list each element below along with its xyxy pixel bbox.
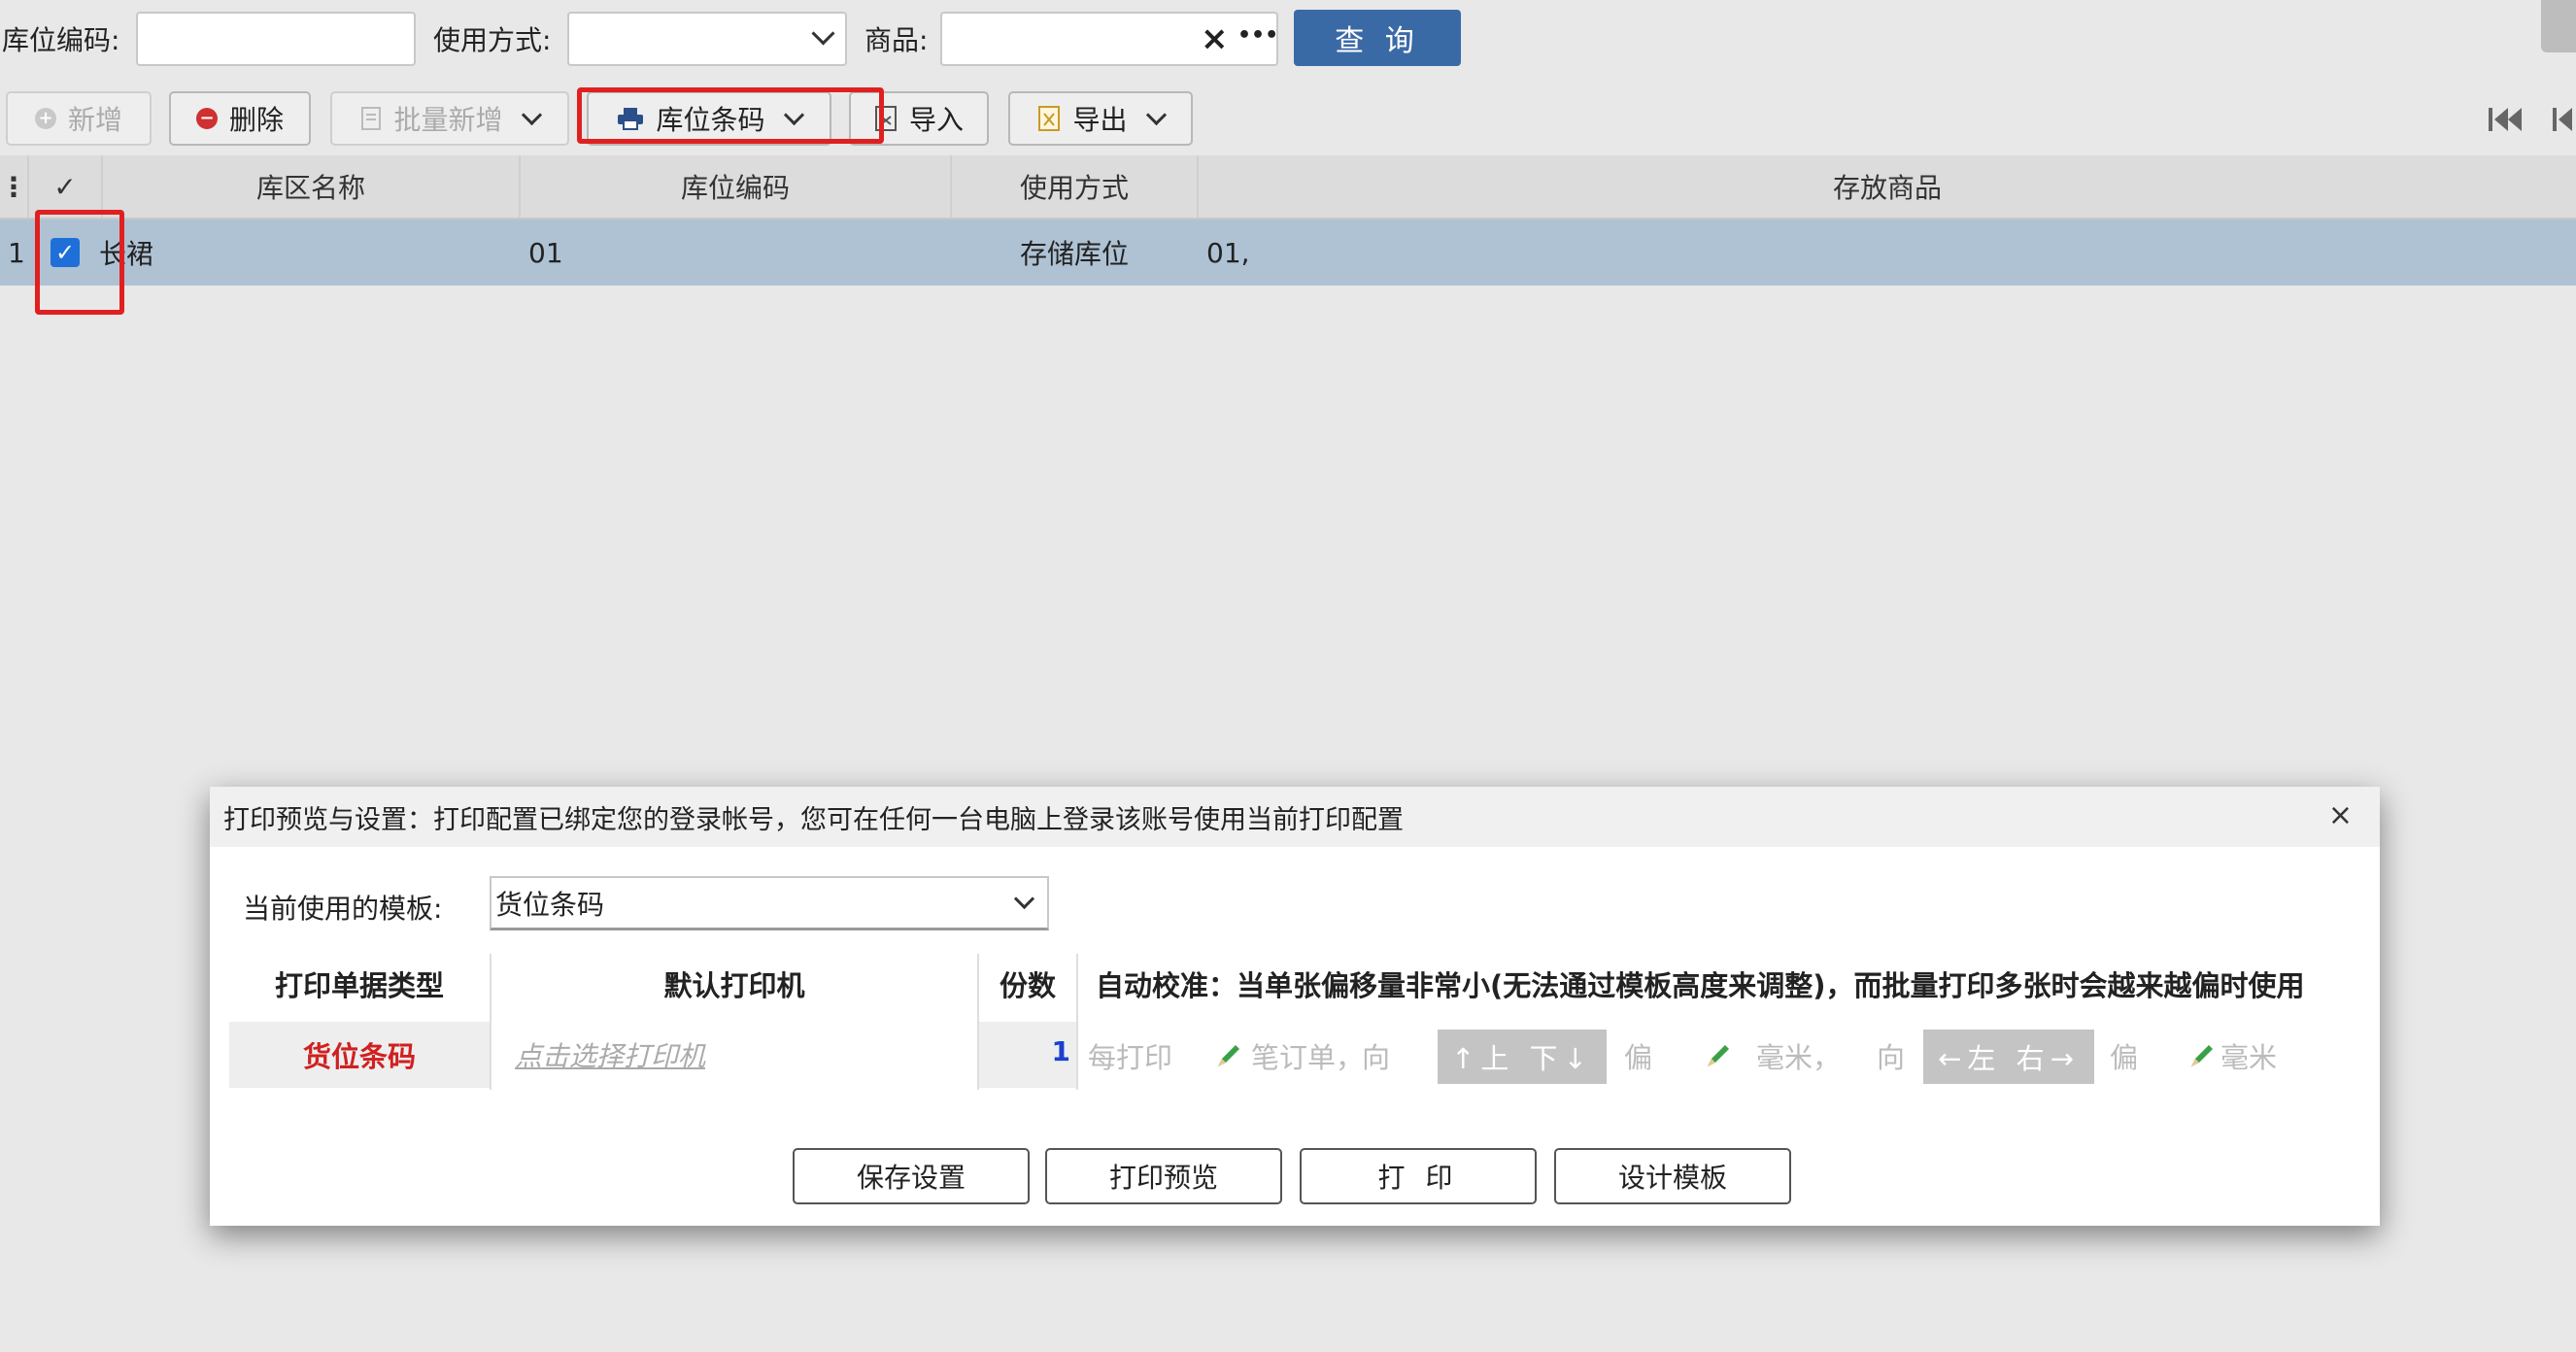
query-button[interactable]: 查 询 xyxy=(1294,10,1461,66)
column-menu-icon[interactable]: ⋮ xyxy=(0,155,29,218)
dialog-title-bar: 打印预览与设置：打印配置已绑定您的登录帐号，您可在任何一台电脑上登录该账号使用当… xyxy=(210,787,2380,847)
scroll-corner xyxy=(2541,0,2576,52)
batch-add-label: 批量新增 xyxy=(393,104,503,136)
chevron-down-icon[interactable] xyxy=(1145,104,1167,125)
plus-icon: + xyxy=(34,108,56,129)
delete-label: 删除 xyxy=(228,104,284,136)
cal-direction-label: 向 xyxy=(1877,1041,1906,1074)
cal-mm-label: 毫米， xyxy=(1756,1041,1842,1074)
table-row[interactable]: 1 ✓ 长裙 01 存储库位 01, xyxy=(0,220,2576,286)
save-settings-button[interactable]: 保存设置 xyxy=(793,1148,1030,1204)
cal-offset-label: 偏 xyxy=(2110,1041,2139,1074)
first-page-icon[interactable] xyxy=(2487,105,2525,134)
header-usage[interactable]: 使用方式 xyxy=(952,155,1199,218)
left-right-toggle[interactable]: ←左 右→ xyxy=(1923,1030,2094,1084)
barcode-highlight-box xyxy=(577,87,884,144)
location-code-label: 库位编码: xyxy=(2,24,120,56)
print-button[interactable]: 打 印 xyxy=(1300,1148,1537,1204)
chevron-down-icon xyxy=(811,21,835,46)
copies-input[interactable]: 1 xyxy=(979,1022,1076,1088)
pencil-icon[interactable] xyxy=(1214,1041,1243,1070)
add-label: 新增 xyxy=(67,104,122,136)
import-label: 导入 xyxy=(908,104,964,136)
cal-offset-label: 偏 xyxy=(1624,1041,1653,1074)
header-stored-goods[interactable]: 存放商品 xyxy=(1199,155,2576,218)
delete-button[interactable]: − 删除 xyxy=(169,91,311,146)
select-all-checkbox[interactable]: ✓ xyxy=(29,155,103,218)
usage-select[interactable] xyxy=(567,12,847,66)
row-stored-goods: 01, xyxy=(1206,236,1250,269)
col-calibrate: 自动校准：当单张偏移量非常小(无法通过模板高度来调整)，而批量打印多张时会越来越… xyxy=(1096,969,2305,1002)
up-down-toggle[interactable]: ↑上 下↓ xyxy=(1438,1030,1607,1084)
row-index: 1 xyxy=(8,236,25,269)
dialog-title: 打印预览与设置：打印配置已绑定您的登录帐号，您可在任何一台电脑上登录该账号使用当… xyxy=(223,804,1404,835)
col-copies: 份数 xyxy=(999,969,1056,1002)
print-preview-button[interactable]: 打印预览 xyxy=(1045,1148,1282,1204)
grid-divider xyxy=(1076,954,1078,1090)
col-printer: 默认打印机 xyxy=(663,969,805,1002)
batch-add-button[interactable]: 批量新增 xyxy=(330,91,569,146)
doc-type-cell: 货位条码 xyxy=(229,1022,490,1088)
excel-icon xyxy=(1038,106,1061,131)
add-button[interactable]: + 新增 xyxy=(6,91,152,146)
product-label: 商品: xyxy=(864,24,929,56)
prev-page-icon[interactable] xyxy=(2551,105,2576,134)
header-zone-name[interactable]: 库区名称 xyxy=(103,155,521,218)
copies-value: 1 xyxy=(1051,1035,1070,1067)
select-printer-link[interactable]: 点击选择打印机 xyxy=(515,1035,705,1074)
product-input[interactable]: × ••• xyxy=(940,12,1278,66)
pencil-icon[interactable] xyxy=(2187,1041,2217,1070)
cal-orders-label: 笔订单， xyxy=(1251,1041,1365,1074)
minus-icon: − xyxy=(195,108,218,129)
export-button[interactable]: 导出 xyxy=(1008,91,1193,146)
header-location-code[interactable]: 库位编码 xyxy=(521,155,952,218)
close-icon[interactable]: × xyxy=(2328,798,2353,832)
template-select[interactable]: 货位条码 xyxy=(490,876,1049,930)
cal-mm-label: 毫米 xyxy=(2220,1041,2278,1074)
chevron-down-icon[interactable] xyxy=(521,104,542,125)
row-location-code: 01 xyxy=(528,236,563,269)
clear-icon[interactable]: × xyxy=(1201,19,1229,58)
checkbox-highlight-box xyxy=(35,210,124,315)
document-icon xyxy=(361,107,382,130)
pencil-icon[interactable] xyxy=(1704,1041,1733,1070)
print-settings-dialog: 打印预览与设置：打印配置已绑定您的登录帐号，您可在任何一台电脑上登录该账号使用当… xyxy=(210,787,2380,1226)
design-template-button[interactable]: 设计模板 xyxy=(1554,1148,1791,1204)
row-usage: 存储库位 xyxy=(1020,238,1130,270)
more-icon[interactable]: ••• xyxy=(1237,23,1278,48)
cal-direction-label: 向 xyxy=(1362,1041,1391,1074)
col-doc-type: 打印单据类型 xyxy=(274,969,444,1002)
table-header: ⋮ ✓ 库区名称 库位编码 使用方式 存放商品 xyxy=(0,155,2576,220)
cal-every-label: 每打印 xyxy=(1088,1041,1173,1074)
export-label: 导出 xyxy=(1072,104,1128,136)
location-code-input[interactable] xyxy=(136,12,416,66)
chevron-down-icon xyxy=(1013,888,1035,910)
template-value: 货位条码 xyxy=(495,888,605,921)
doc-type-value: 货位条码 xyxy=(302,1040,416,1073)
usage-label: 使用方式: xyxy=(433,24,552,56)
template-label: 当前使用的模板: xyxy=(243,893,443,925)
